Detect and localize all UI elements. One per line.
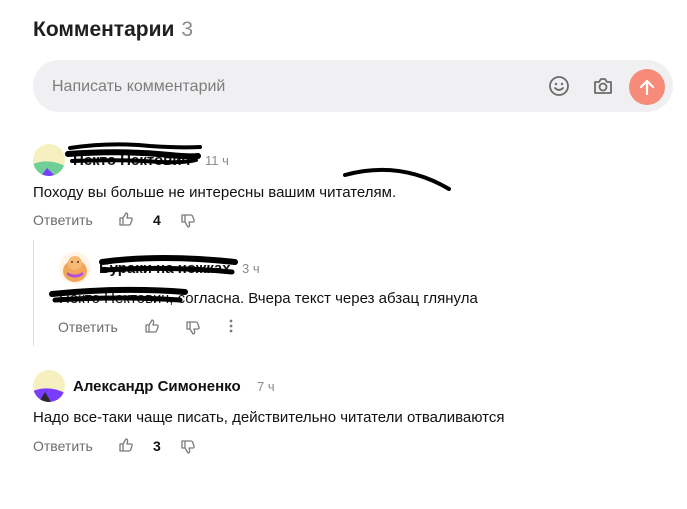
redaction-scribbles — [49, 142, 451, 303]
